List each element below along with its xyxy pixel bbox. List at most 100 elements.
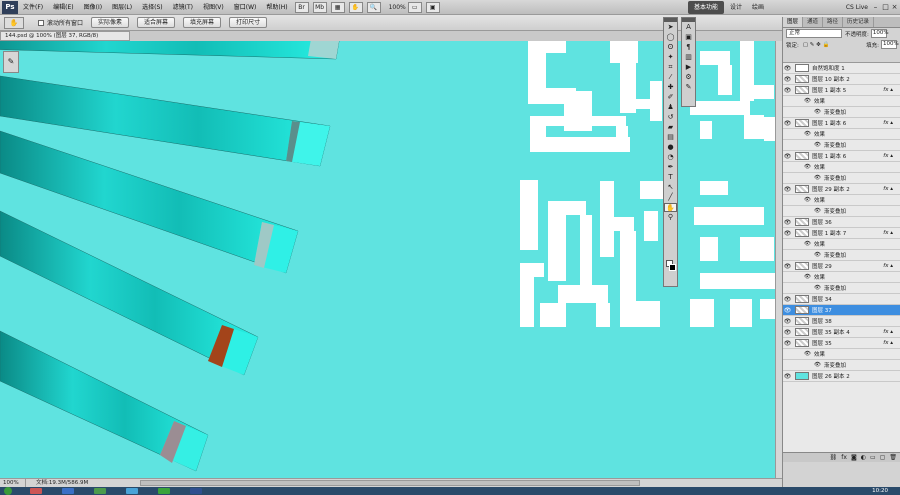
layer-comps-icon[interactable]: ▥ — [682, 53, 695, 62]
workspace-design[interactable]: 设计 — [724, 1, 748, 14]
bridge-icon[interactable]: Br — [294, 1, 309, 13]
layer-row[interactable]: 👁 图层 37 — [783, 305, 900, 316]
shape-tool-icon[interactable]: ╱ — [664, 193, 677, 202]
visibility-eye-icon[interactable]: 👁 — [783, 186, 792, 193]
menu-item[interactable]: 文件(F) — [18, 0, 48, 15]
eyedropper-icon[interactable]: ⁄ — [664, 73, 677, 82]
visibility-eye-icon[interactable]: 👁 — [804, 274, 811, 280]
gradient-tool-icon[interactable]: ▤ — [664, 133, 677, 142]
screen-mode-icon[interactable]: ▣ — [425, 1, 440, 13]
layer-effect-row[interactable]: 👁 效果 — [783, 239, 900, 250]
menu-item[interactable]: 窗口(W) — [229, 0, 262, 15]
visibility-eye-icon[interactable]: 👁 — [804, 164, 811, 170]
visibility-eye-icon[interactable]: 👁 — [814, 362, 821, 368]
layer-row[interactable]: 👁 图层 35 fx ▴ — [783, 338, 900, 349]
blend-mode-select[interactable]: 正常 — [786, 29, 842, 38]
visibility-eye-icon[interactable]: 👁 — [804, 241, 811, 247]
visibility-eye-icon[interactable]: 👁 — [804, 98, 811, 104]
taskbar-app-icon[interactable] — [158, 488, 170, 494]
move-tool-icon[interactable]: ➤ — [664, 23, 677, 32]
layer-row[interactable]: 👁 图层 29 副本 2 fx ▴ — [783, 184, 900, 195]
paragraph-panel-icon[interactable]: ¶ — [682, 43, 695, 52]
visibility-eye-icon[interactable]: 👁 — [783, 329, 792, 336]
fx-badge-icon[interactable]: fx ▴ — [883, 340, 893, 346]
arrange-icon[interactable]: ▭ — [407, 1, 422, 13]
layer-effect-row[interactable]: 👁 渐变叠加 — [783, 206, 900, 217]
visibility-eye-icon[interactable]: 👁 — [783, 87, 792, 94]
maximize-icon[interactable]: □ — [881, 2, 890, 12]
foreground-color-swatch[interactable] — [669, 264, 676, 271]
workspace-essentials[interactable]: 基本功能 — [688, 1, 725, 14]
menu-item[interactable]: 图像(I) — [79, 0, 107, 15]
visibility-eye-icon[interactable]: 👁 — [814, 175, 821, 181]
visibility-eye-icon[interactable]: 👁 — [783, 307, 792, 314]
layer-row[interactable]: 👁 图层 1 副本 6 fx ▴ — [783, 151, 900, 162]
menu-item[interactable]: 滤镜(T) — [168, 0, 198, 15]
close-icon[interactable]: × — [890, 2, 899, 12]
start-button[interactable] — [4, 487, 12, 495]
trash-icon[interactable]: 🗑 — [889, 453, 897, 462]
fill-screen-button[interactable]: 填充屏幕 — [183, 17, 222, 28]
blur-tool-icon[interactable]: ● — [664, 143, 677, 152]
visibility-eye-icon[interactable]: 👁 — [783, 120, 792, 127]
fx-badge-icon[interactable]: fx ▴ — [883, 263, 893, 269]
brush-panel-icon[interactable]: ▣ — [682, 33, 695, 42]
layer-effect-row[interactable]: 👁 效果 — [783, 272, 900, 283]
clone-source-icon[interactable]: ⚙ — [682, 73, 695, 82]
layer-effect-row[interactable]: 👁 渐变叠加 — [783, 360, 900, 371]
history-brush-icon[interactable]: ✎ — [3, 51, 19, 73]
visibility-eye-icon[interactable]: 👁 — [814, 208, 821, 214]
actual-pixels-button[interactable]: 实际像素 — [91, 17, 130, 28]
visibility-eye-icon[interactable]: 👁 — [783, 263, 792, 270]
status-zoom[interactable]: 100% — [0, 479, 26, 487]
layer-effect-row[interactable]: 👁 效果 — [783, 129, 900, 140]
zoom-tool-icon-box[interactable]: ⚲ — [664, 213, 677, 222]
visibility-eye-icon[interactable]: 👁 — [783, 230, 792, 237]
notes-panel-icon[interactable]: ✎ — [682, 83, 695, 92]
horizontal-scrollbar[interactable] — [140, 480, 640, 486]
eraser-tool-icon[interactable]: ▰ — [664, 123, 677, 132]
visibility-eye-icon[interactable]: 👁 — [783, 373, 792, 380]
menu-item[interactable]: 编辑(E) — [48, 0, 78, 15]
visibility-eye-icon[interactable]: 👁 — [783, 65, 792, 72]
folder-icon[interactable]: ▭ — [870, 453, 876, 462]
visibility-eye-icon[interactable]: 👁 — [783, 219, 792, 226]
layer-row[interactable]: 👁 图层 26 副本 2 — [783, 371, 900, 382]
vertical-scrollbar[interactable] — [775, 41, 782, 478]
zoom-tool-icon[interactable]: 🔍 — [366, 1, 381, 13]
crop-tool-icon[interactable]: ⌗ — [664, 63, 677, 72]
cs-live[interactable]: CS Live — [846, 1, 868, 14]
link-layers-icon[interactable]: ⛓ — [830, 453, 838, 462]
fx-badge-icon[interactable]: fx ▴ — [883, 230, 893, 236]
menu-item[interactable]: 图层(L) — [107, 0, 137, 15]
taskbar-app-icon[interactable] — [126, 488, 138, 494]
taskbar-app-icon[interactable] — [30, 488, 42, 494]
visibility-eye-icon[interactable]: 👁 — [814, 142, 821, 148]
layer-row[interactable]: 👁 图层 1 副本 6 fx ▴ — [783, 118, 900, 129]
stamp-tool-icon[interactable]: ♟ — [664, 103, 677, 112]
layer-effect-row[interactable]: 👁 效果 — [783, 195, 900, 206]
menu-item[interactable]: 选择(S) — [137, 0, 168, 15]
marquee-tool-icon[interactable]: ◯ — [664, 33, 677, 42]
fill-input[interactable]: 100% — [881, 40, 899, 49]
fx-badge-icon[interactable]: fx ▴ — [883, 329, 893, 335]
scroll-all-checkbox[interactable] — [38, 19, 44, 26]
visibility-eye-icon[interactable]: 👁 — [804, 351, 811, 357]
mask-icon[interactable]: ◙ — [851, 453, 857, 462]
tab-layers[interactable]: 图层 — [783, 17, 804, 27]
document-tab[interactable]: 144.psd @ 100% (图层 37, RGB/8) — [0, 31, 130, 41]
fx-badge-icon[interactable]: fx ▴ — [883, 153, 893, 159]
actions-panel-icon[interactable]: ▶ — [682, 63, 695, 72]
pen-tool-icon[interactable]: ✒ — [664, 163, 677, 172]
adjustment-icon[interactable]: ◐ — [861, 453, 866, 462]
brush-tool-icon[interactable]: ✐ — [664, 93, 677, 102]
quick-select-icon[interactable]: ✦ — [664, 53, 677, 62]
layer-row[interactable]: 👁 自然饱和度 1 — [783, 63, 900, 74]
minibridge-icon[interactable]: Mb — [312, 1, 327, 13]
layer-row[interactable]: 👁 图层 38 — [783, 316, 900, 327]
menu-item[interactable]: 视图(V) — [198, 0, 229, 15]
visibility-eye-icon[interactable]: 👁 — [814, 252, 821, 258]
zoom-level[interactable]: 100% — [389, 4, 406, 11]
tab-history[interactable]: 历史记录 — [843, 17, 875, 27]
dodge-tool-icon[interactable]: ◔ — [664, 153, 677, 162]
